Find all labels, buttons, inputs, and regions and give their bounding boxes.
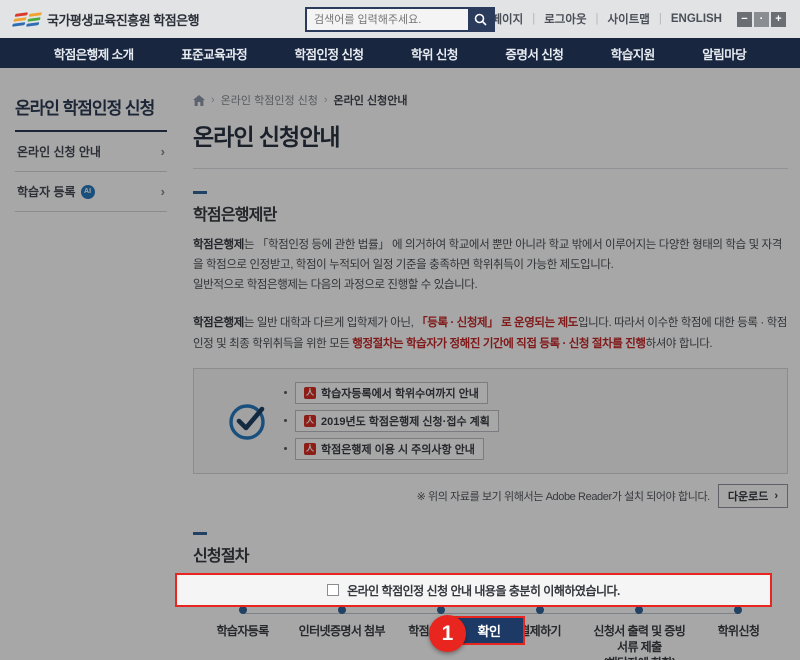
- search-input[interactable]: [307, 9, 468, 30]
- font-size-controls: − · +: [737, 12, 786, 27]
- nav-item-certificate[interactable]: 증명서 신청: [505, 44, 563, 63]
- agreement-highlight-box: 온라인 학점인정 신청 안내 내용을 충분히 이해하였습니다.: [175, 573, 772, 607]
- sitemap-link[interactable]: 사이트맵: [608, 11, 650, 27]
- agree-label: 온라인 학점인정 신청 안내 내용을 충분히 이해하였습니다.: [347, 582, 620, 599]
- site-logo[interactable]: 국가평생교육진흥원 학점은행: [14, 10, 199, 29]
- utility-links: 마이페이지 | 로그아웃 | 사이트맵 | ENGLISH − · +: [470, 11, 786, 27]
- font-larger-button[interactable]: +: [771, 12, 786, 27]
- search-box: [305, 7, 495, 32]
- divider: |: [532, 13, 535, 25]
- nav-item-curriculum[interactable]: 표준교육과정: [181, 44, 247, 63]
- nav-item-degree-apply[interactable]: 학위 신청: [411, 44, 458, 63]
- divider: |: [596, 13, 599, 25]
- nav-item-credit-apply[interactable]: 학점인정 신청: [295, 44, 364, 63]
- nav-item-support[interactable]: 학습지원: [611, 44, 655, 63]
- nav-item-intro[interactable]: 학점은행제 소개: [54, 44, 134, 63]
- font-reset-button[interactable]: ·: [754, 12, 769, 27]
- divider: |: [659, 13, 662, 25]
- main-navigation: 학점은행제 소개 표준교육과정 학점인정 신청 학위 신청 증명서 신청 학습지…: [0, 38, 800, 68]
- tutorial-step-marker: 1: [429, 615, 466, 652]
- top-header: 국가평생교육진흥원 학점은행 마이페이지 | 로그아웃 | 사이트맵 | ENG…: [0, 0, 800, 38]
- logo-icon: [14, 13, 40, 26]
- logout-link[interactable]: 로그아웃: [544, 11, 586, 27]
- english-link[interactable]: ENGLISH: [671, 13, 722, 25]
- search-button[interactable]: [468, 9, 493, 30]
- agree-checkbox[interactable]: [327, 584, 339, 596]
- logo-text: 국가평생교육진흥원 학점은행: [47, 10, 199, 29]
- search-icon: [474, 13, 487, 26]
- dim-overlay: [0, 68, 800, 660]
- font-smaller-button[interactable]: −: [737, 12, 752, 27]
- nav-item-notice[interactable]: 알림마당: [702, 44, 746, 63]
